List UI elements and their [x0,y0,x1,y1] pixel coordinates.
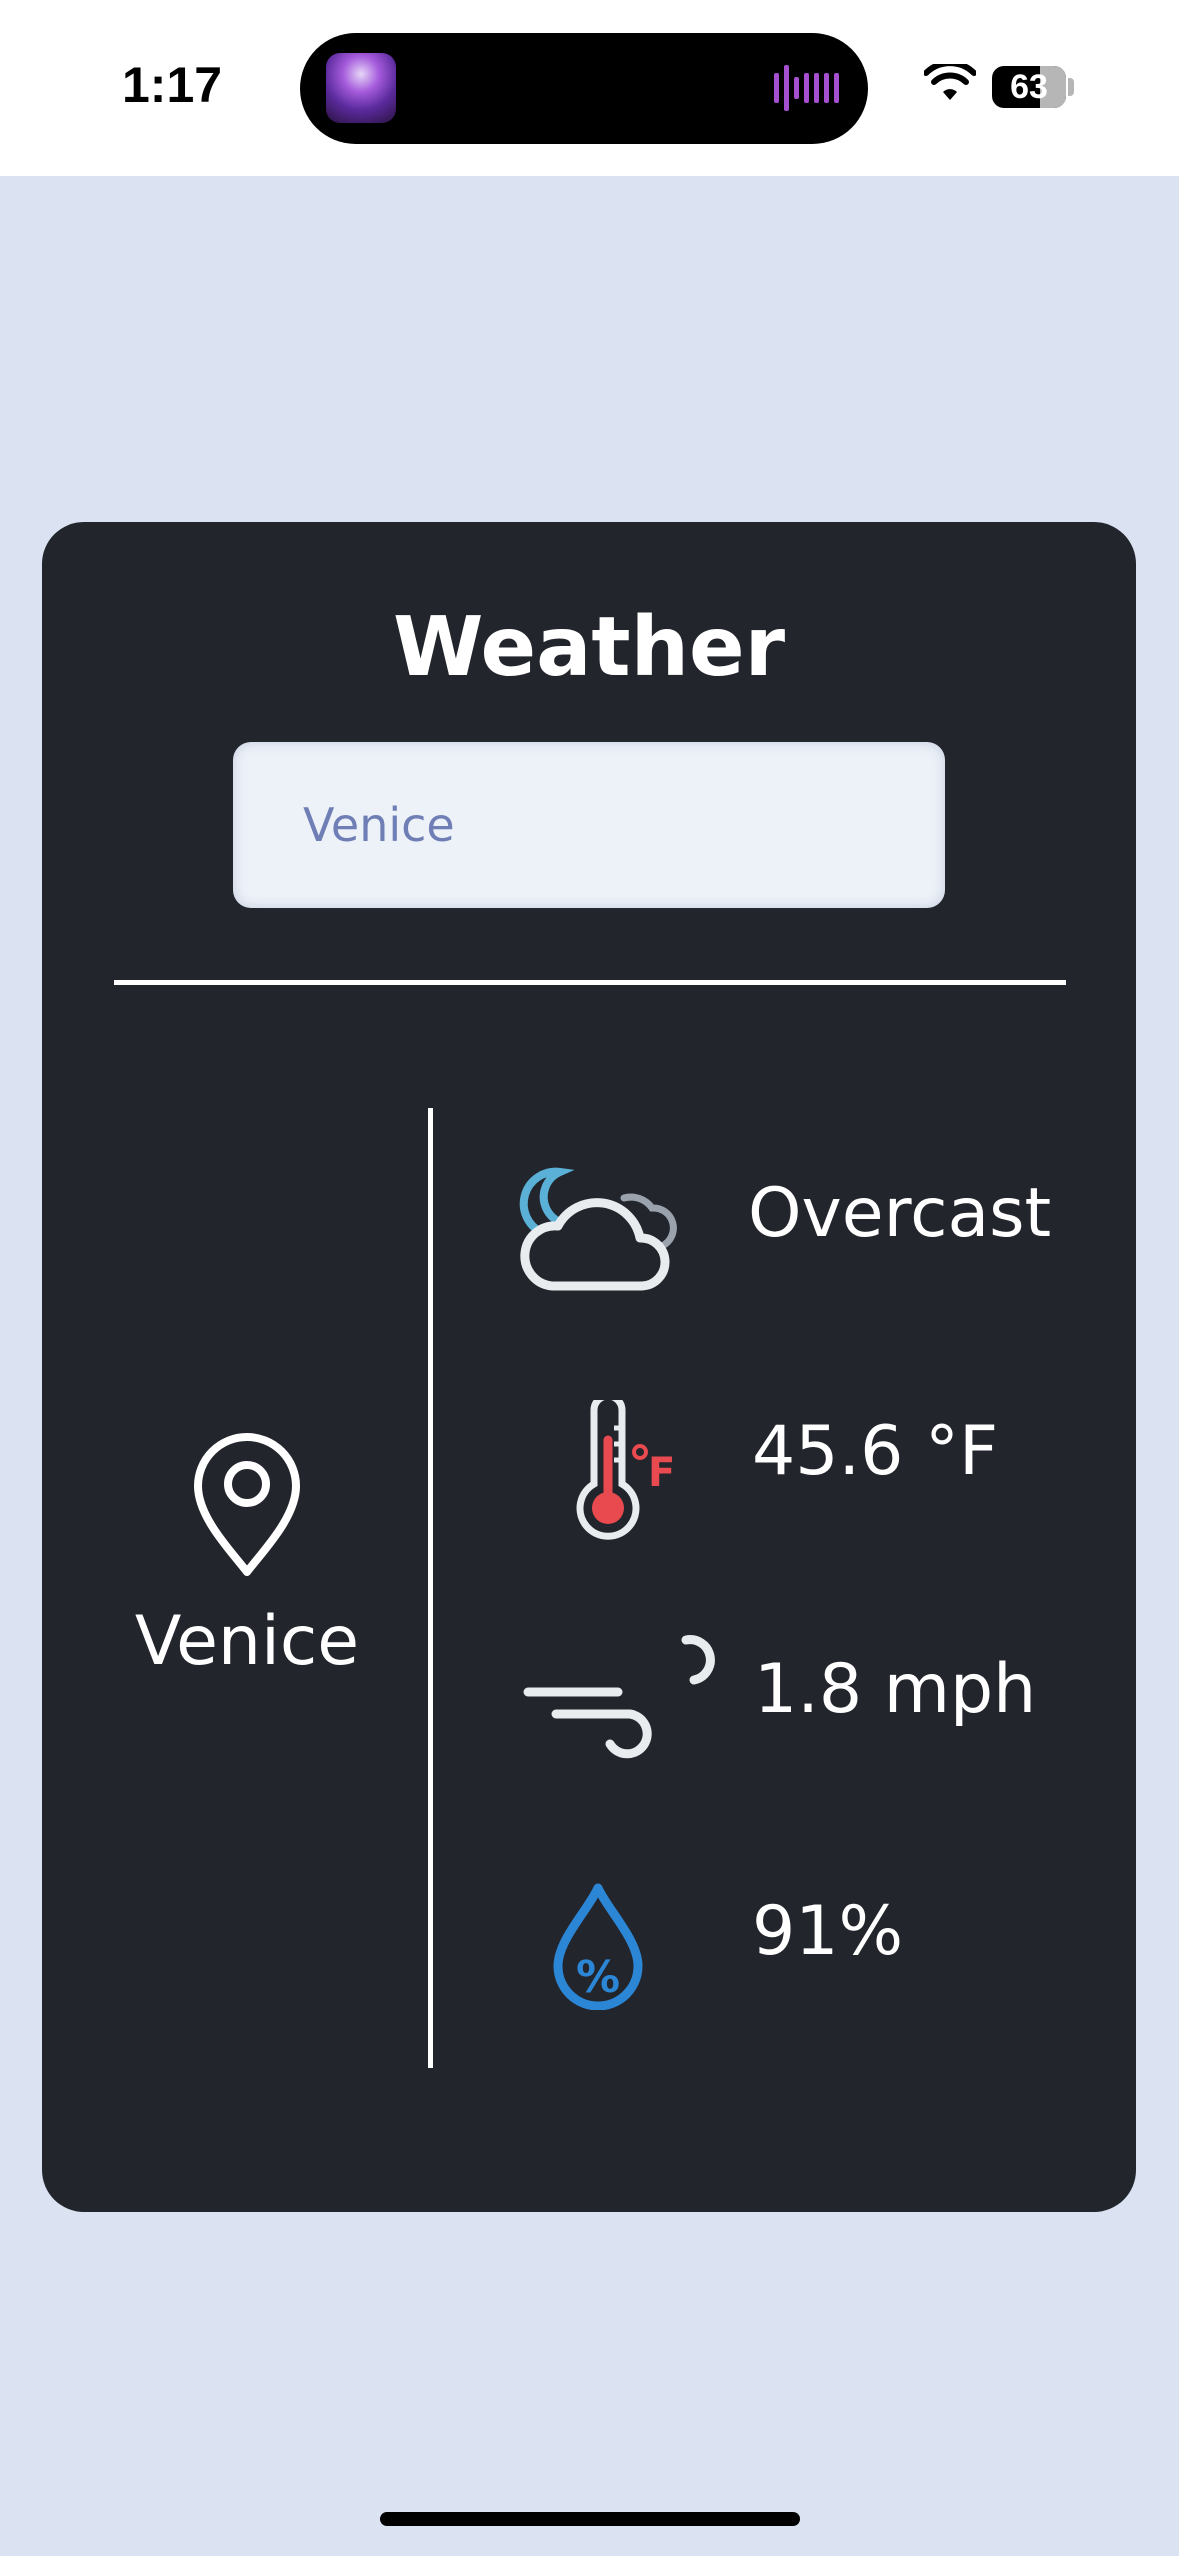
battery-icon: 63 [992,66,1066,108]
location-pin-icon [194,1433,300,1576]
now-playing-art[interactable] [326,53,396,123]
city-search-input[interactable] [233,742,945,908]
humidity-drop-icon: % [553,1883,643,2010]
cloud-moon-icon [519,1167,677,1291]
condition-text: Overcast [748,1174,1052,1253]
temperature-text: 45.6 °F [752,1412,999,1491]
home-indicator[interactable] [380,2512,800,2526]
battery-level: 63 [1010,68,1048,106]
battery-cap [1068,78,1074,96]
svg-text:F: F [648,1450,675,1496]
wind-speed-text: 1.8 mph [754,1650,1037,1729]
audio-waveform-icon [774,65,839,111]
vertical-divider [428,1108,433,2068]
svg-text:%: % [576,1952,620,2003]
weather-card: Weather Venice Overcast F 45.6 °F 1.8 mp… [42,522,1136,2212]
status-bar: 1:17 63 [0,0,1179,176]
wifi-icon [924,64,976,100]
location-name: Venice [134,1602,360,1681]
dynamic-island[interactable] [300,33,868,144]
status-time: 1:17 [122,57,223,113]
humidity-text: 91% [752,1892,904,1971]
card-title: Weather [392,600,786,695]
wind-icon [523,1635,715,1759]
horizontal-divider [114,980,1066,985]
thermometer-fahrenheit-icon: F [576,1400,675,1540]
